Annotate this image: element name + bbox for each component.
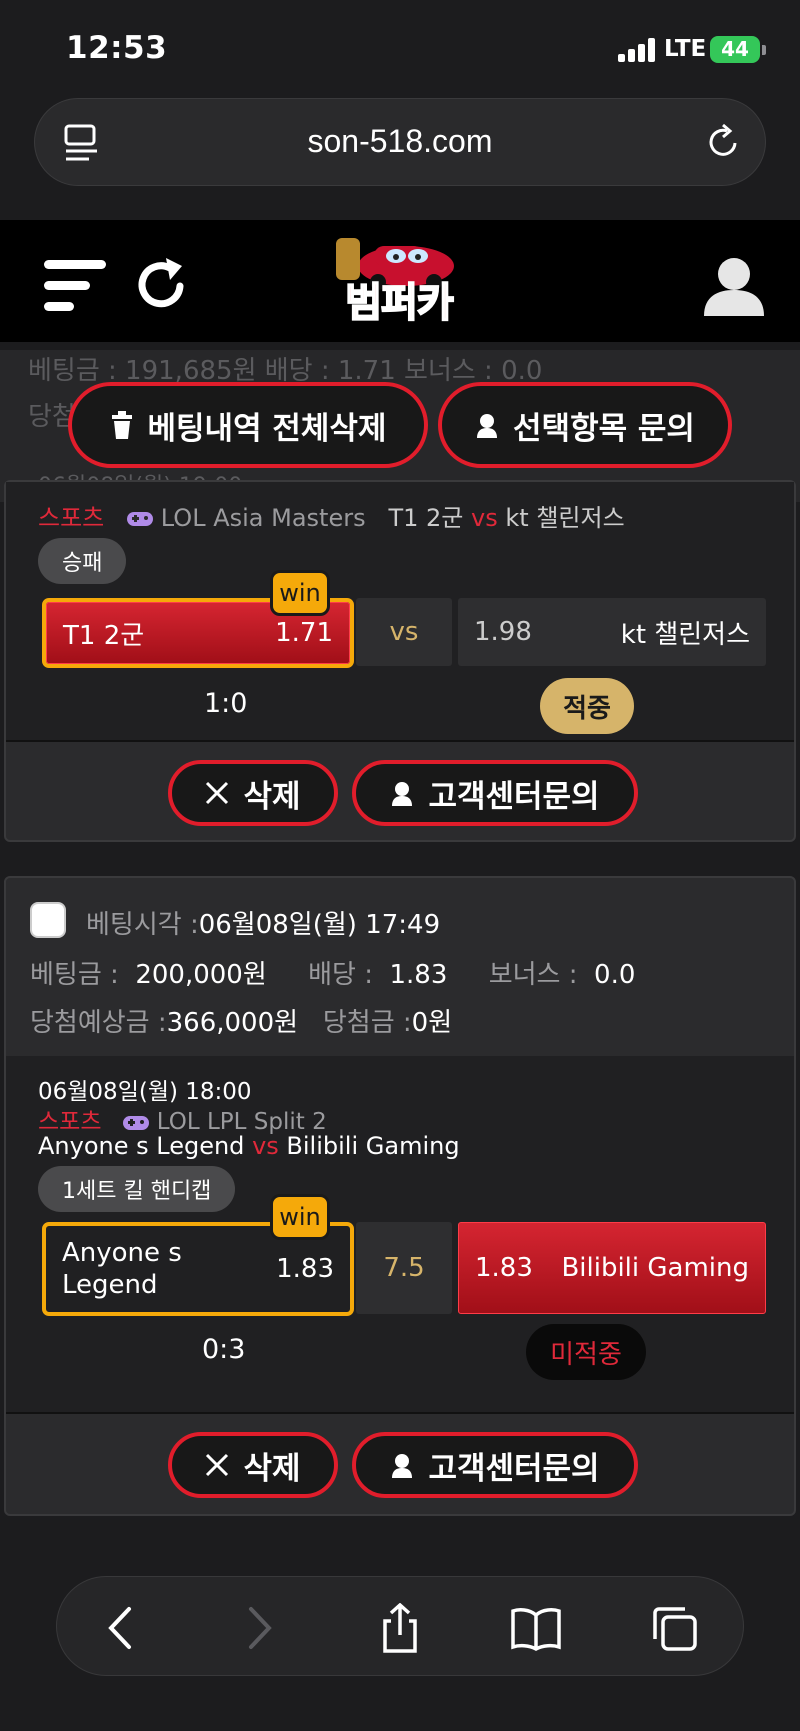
away-team-option[interactable]: 1.83 Bilibili Gaming bbox=[458, 1222, 766, 1314]
inquire-selected-button[interactable]: 선택항목 문의 bbox=[438, 382, 732, 468]
away-odds: 1.83 bbox=[475, 1253, 533, 1283]
teams-line: Anyone s Legend vs Bilibili Gaming bbox=[38, 1132, 460, 1160]
bookmarks-icon[interactable] bbox=[511, 1603, 561, 1653]
home-team-name: Anyone s Legend bbox=[62, 1238, 182, 1300]
middle-box: vs bbox=[356, 598, 452, 666]
network-label: LTE bbox=[664, 36, 707, 62]
customer-center-label: 고객센터문의 bbox=[428, 778, 600, 815]
site-header: 범퍼카 bbox=[0, 220, 800, 342]
gamepad-icon bbox=[123, 1115, 150, 1130]
gamepad-icon bbox=[127, 512, 154, 526]
divider bbox=[6, 1412, 794, 1414]
away-team-option[interactable]: 1.98 kt 챌린저스 bbox=[458, 598, 766, 666]
win-tag: win bbox=[270, 1194, 330, 1240]
delete-bet-button[interactable]: 삭제 bbox=[168, 1432, 338, 1498]
back-icon[interactable] bbox=[97, 1603, 147, 1653]
select-checkbox[interactable] bbox=[30, 902, 66, 938]
expected-line: 당첨예상금 :366,000원 당첨금 :0원 bbox=[30, 1008, 453, 1038]
status-bar: 12:53 LTE 44 bbox=[0, 0, 800, 90]
handicap-line: 7.5 bbox=[356, 1222, 452, 1314]
headset-icon bbox=[477, 414, 498, 438]
logo-text: 범퍼카 bbox=[344, 279, 454, 327]
market-badge: 1세트 킬 핸디캡 bbox=[38, 1166, 236, 1212]
delete-label: 삭제 bbox=[243, 778, 301, 815]
home-team-name: T1 2군 bbox=[63, 620, 145, 651]
delete-all-label: 베팅내역 전체삭제 bbox=[147, 410, 387, 447]
home-odds: 1.71 bbox=[275, 618, 333, 648]
match-details: 06월08일(월) 18:00 스포츠 LOL LPL Split 2 Anyo… bbox=[6, 1056, 794, 1412]
refresh-icon[interactable] bbox=[136, 256, 188, 312]
away-team-name: kt 챌린저스 bbox=[620, 619, 750, 650]
customer-center-button[interactable]: 고객센터문의 bbox=[352, 1432, 638, 1498]
score: 0:3 bbox=[202, 1334, 246, 1365]
close-icon bbox=[206, 1453, 229, 1477]
match-line: 스포츠 LOL Asia Masters T1 2군 vs kt 챌린저스 bbox=[38, 504, 625, 532]
win-tag: win bbox=[270, 570, 330, 616]
league-line: 스포츠 LOL LPL Split 2 bbox=[38, 1109, 327, 1135]
delete-label: 삭제 bbox=[243, 1450, 301, 1487]
share-icon[interactable] bbox=[375, 1603, 425, 1653]
result-badge-miss: 미적중 bbox=[526, 1324, 646, 1380]
customer-center-button[interactable]: 고객센터문의 bbox=[352, 760, 638, 826]
url-text[interactable]: son-518.com bbox=[35, 123, 765, 160]
trash-icon bbox=[111, 411, 132, 439]
user-icon[interactable] bbox=[702, 254, 766, 318]
market-badge: 승패 bbox=[38, 538, 127, 584]
browser-toolbar bbox=[56, 1576, 744, 1676]
tabs-icon[interactable] bbox=[649, 1603, 699, 1653]
address-bar[interactable]: son-518.com bbox=[34, 98, 766, 186]
away-team-name: Bilibili Gaming bbox=[561, 1253, 749, 1283]
site-logo[interactable]: 범퍼카 bbox=[334, 232, 464, 332]
bet-amount-line: 베팅금 : 200,000원 배당 : 1.83 보너스 : 0.0 bbox=[30, 960, 636, 990]
clock: 12:53 bbox=[66, 30, 168, 66]
battery-icon: 44 bbox=[710, 36, 766, 63]
headset-icon bbox=[392, 1454, 413, 1478]
close-icon bbox=[206, 781, 229, 805]
hamburger-menu-icon[interactable] bbox=[44, 258, 108, 314]
bet-card: 베팅시각 :06월08일(월) 17:49 베팅금 : 200,000원 배당 … bbox=[4, 876, 796, 1516]
match-date: 06월08일(월) 18:00 bbox=[38, 1079, 252, 1105]
away-odds: 1.98 bbox=[474, 617, 532, 647]
delete-bet-button[interactable]: 삭제 bbox=[168, 760, 338, 826]
bet-card: 스포츠 LOL Asia Masters T1 2군 vs kt 챌린저스 승패… bbox=[4, 480, 796, 842]
headset-icon bbox=[392, 782, 413, 806]
result-badge-hit: 적중 bbox=[540, 678, 634, 734]
forward-icon[interactable] bbox=[233, 1603, 283, 1653]
home-odds: 1.83 bbox=[276, 1254, 334, 1284]
inquire-selected-label: 선택항목 문의 bbox=[513, 410, 695, 447]
customer-center-label: 고객센터문의 bbox=[428, 1450, 600, 1487]
match-details: 스포츠 LOL Asia Masters T1 2군 vs kt 챌린저스 승패… bbox=[6, 482, 794, 740]
divider bbox=[6, 740, 794, 742]
signal-icon bbox=[618, 38, 658, 62]
bet-time-line: 베팅시각 :06월08일(월) 17:49 bbox=[86, 910, 441, 940]
delete-all-bets-button[interactable]: 베팅내역 전체삭제 bbox=[68, 382, 428, 468]
reload-icon[interactable] bbox=[705, 123, 741, 161]
score: 1:0 bbox=[204, 688, 248, 719]
